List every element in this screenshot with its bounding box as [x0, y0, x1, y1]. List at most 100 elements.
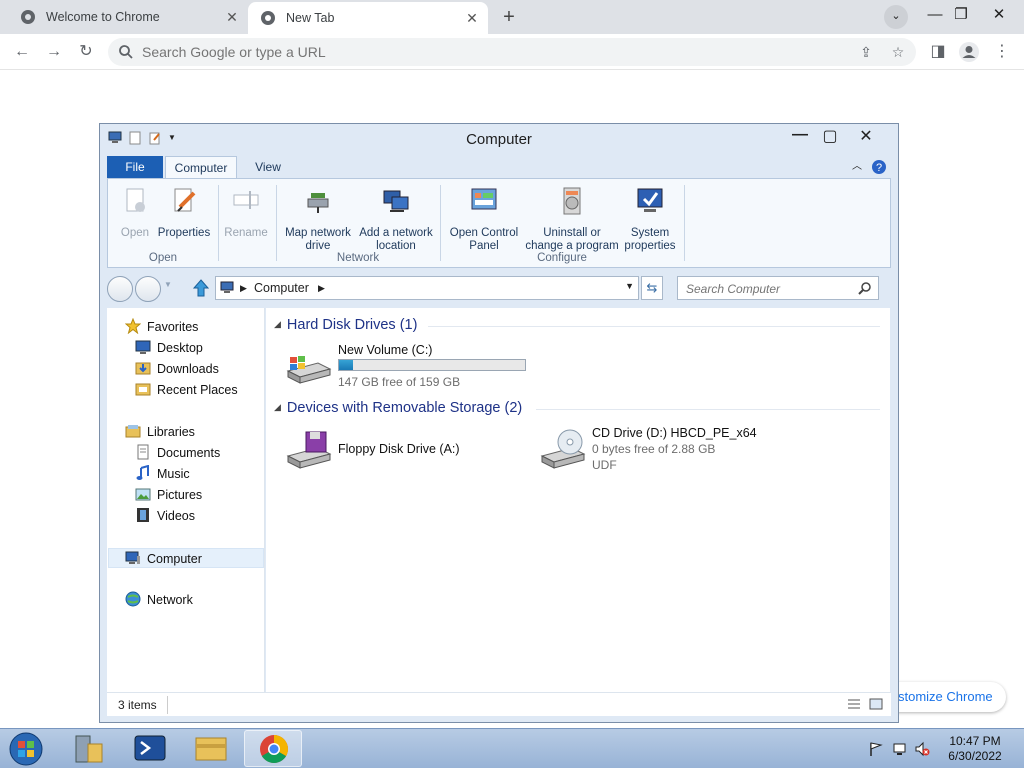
close-tab-icon[interactable]: ✕: [462, 10, 482, 27]
properties-button[interactable]: Properties: [156, 185, 212, 240]
forward-button[interactable]: [135, 276, 161, 302]
new-tab-button[interactable]: +: [496, 5, 522, 31]
group-header-removable-storage[interactable]: ◢ Devices with Removable Storage (2): [274, 400, 522, 420]
help-icon[interactable]: ?: [871, 159, 887, 175]
drive-item-a[interactable]: Floppy Disk Drive (A:): [284, 426, 514, 476]
search-input[interactable]: [686, 281, 846, 297]
refresh-icon[interactable]: ⇆: [641, 276, 663, 300]
back-button[interactable]: [107, 276, 133, 302]
volume-muted-icon[interactable]: [914, 741, 930, 757]
chrome-taskbar-button[interactable]: [244, 730, 302, 767]
omnibox[interactable]: ⇪ ☆: [108, 38, 916, 66]
open-control-panel-button[interactable]: Open Control Panel: [444, 185, 524, 253]
tab-search-chevron-icon[interactable]: ⌄: [884, 5, 908, 29]
address-dropdown-icon[interactable]: ▼: [625, 281, 634, 291]
address-bar[interactable]: ▶ Computer ▶ ▼: [215, 276, 639, 300]
share-icon[interactable]: ⇪: [856, 42, 876, 62]
windows-start-icon[interactable]: [6, 731, 46, 767]
ribbon-separator: [684, 185, 685, 261]
group-divider: [428, 326, 880, 327]
details-view-icon[interactable]: [847, 698, 861, 710]
bookmark-star-icon[interactable]: ☆: [888, 42, 908, 62]
rename-label: Rename: [224, 227, 268, 239]
star-icon: [125, 318, 141, 334]
chrome-menu-icon[interactable]: ⋮: [990, 40, 1014, 64]
tab-computer[interactable]: Computer: [165, 156, 237, 178]
tab-title: New Tab: [286, 11, 335, 25]
omnibox-input[interactable]: [142, 42, 822, 62]
server-manager-icon[interactable]: [60, 730, 118, 767]
collapse-triangle-icon[interactable]: ◢: [274, 402, 281, 412]
nav-item-desktop[interactable]: Desktop: [135, 338, 203, 358]
search-icon[interactable]: [858, 281, 872, 295]
drive-usage-bar: [338, 359, 526, 371]
nav-item-videos[interactable]: Videos: [135, 506, 195, 526]
content-pane: ◢ Hard Disk Drives (1) New Volume (C:) 14…: [266, 308, 890, 692]
libraries-icon: [125, 425, 141, 438]
control-panel-label-1: Open Control: [449, 227, 519, 239]
address-row: ▼ ▶ Computer ▶ ▼ ⇆: [107, 274, 891, 302]
group-header-label: Devices with Removable Storage (2): [286, 400, 523, 416]
restore-icon[interactable]: ❐: [944, 0, 978, 34]
maximize-icon[interactable]: ▢: [816, 126, 844, 146]
reload-icon[interactable]: ↻: [74, 40, 98, 64]
tab-welcome-to-chrome[interactable]: Welcome to Chrome ✕: [8, 0, 248, 34]
minimize-ribbon-icon[interactable]: ︿: [849, 159, 865, 175]
nav-label: Network: [147, 593, 193, 607]
system-properties-button[interactable]: System properties: [620, 185, 680, 253]
drive-item-d[interactable]: CD Drive (D:) HBCD_PE_x64 0 bytes free o…: [538, 426, 798, 476]
collapse-triangle-icon[interactable]: ◢: [274, 319, 281, 329]
ribbon-separator: [276, 185, 277, 261]
close-window-icon[interactable]: ✕: [852, 126, 880, 146]
chrome-toolbar: ← → ↻ ⇪ ☆ ◨ ⋮: [0, 34, 1024, 70]
nav-item-music[interactable]: Music: [135, 464, 190, 484]
add-network-location-button[interactable]: Add a network location: [356, 185, 436, 253]
rename-button[interactable]: Rename: [222, 185, 270, 240]
minimize-icon[interactable]: —: [786, 126, 814, 144]
status-separator: [167, 696, 168, 714]
system-properties-label-1: System: [630, 227, 670, 239]
nav-item-documents[interactable]: Documents: [135, 443, 220, 463]
window-title: Computer: [466, 131, 532, 148]
tab-view[interactable]: View: [243, 156, 293, 178]
group-header-hard-disk-drives[interactable]: ◢ Hard Disk Drives (1): [274, 317, 417, 337]
close-window-icon[interactable]: ✕: [982, 0, 1016, 34]
large-icons-view-icon[interactable]: [869, 698, 883, 710]
nav-item-downloads[interactable]: Downloads: [135, 359, 219, 379]
uninstall-program-button[interactable]: Uninstall or change a program: [524, 185, 620, 253]
file-explorer-icon[interactable]: [182, 730, 240, 767]
up-arrow-icon[interactable]: [193, 279, 209, 297]
back-arrow-icon[interactable]: ←: [10, 40, 34, 64]
nav-item-network[interactable]: Network: [125, 590, 193, 610]
action-center-flag-icon[interactable]: [868, 741, 884, 757]
forward-arrow-icon[interactable]: →: [42, 40, 66, 64]
clock-date: 6/30/2022: [948, 749, 1002, 763]
ribbon-separator: [218, 185, 219, 261]
recent-locations-dropdown-icon[interactable]: ▼: [164, 280, 172, 289]
nav-item-computer[interactable]: Computer: [108, 548, 264, 568]
ribbon-tabs: File Computer View ︿ ?: [107, 156, 891, 178]
pictures-icon: [135, 488, 151, 501]
nav-item-libraries[interactable]: Libraries: [125, 422, 195, 442]
nav-item-pictures[interactable]: Pictures: [135, 485, 202, 505]
powershell-icon[interactable]: [121, 730, 179, 767]
tab-new-tab[interactable]: New Tab ✕: [248, 2, 488, 34]
breadcrumb-chevron-icon[interactable]: ▶: [240, 283, 247, 294]
nav-item-favorites[interactable]: Favorites: [125, 317, 198, 337]
profile-avatar-icon[interactable]: [958, 41, 980, 63]
side-panel-icon[interactable]: ◨: [926, 40, 950, 64]
map-network-drive-button[interactable]: Map network drive: [280, 185, 356, 253]
breadcrumb-computer[interactable]: Computer: [254, 281, 309, 295]
breadcrumb-chevron-icon[interactable]: ▶: [318, 283, 325, 294]
network-tray-icon[interactable]: [892, 741, 908, 757]
explorer-window: ▼ Computer — ▢ ✕ File Computer View ︿ ? …: [99, 123, 899, 723]
close-tab-icon[interactable]: ✕: [222, 9, 242, 26]
ribbon: Open Properties Open Rename Map network …: [107, 178, 891, 268]
drive-item-c[interactable]: New Volume (C:) 147 GB free of 159 GB: [284, 343, 544, 393]
open-button[interactable]: Open: [114, 185, 156, 240]
search-box[interactable]: [677, 276, 879, 300]
uninstall-label-1: Uninstall or: [543, 227, 601, 239]
tab-file[interactable]: File: [107, 156, 163, 178]
nav-item-recent-places[interactable]: Recent Places: [135, 380, 238, 400]
system-clock[interactable]: 10:47 PM 6/30/2022: [940, 734, 1010, 764]
